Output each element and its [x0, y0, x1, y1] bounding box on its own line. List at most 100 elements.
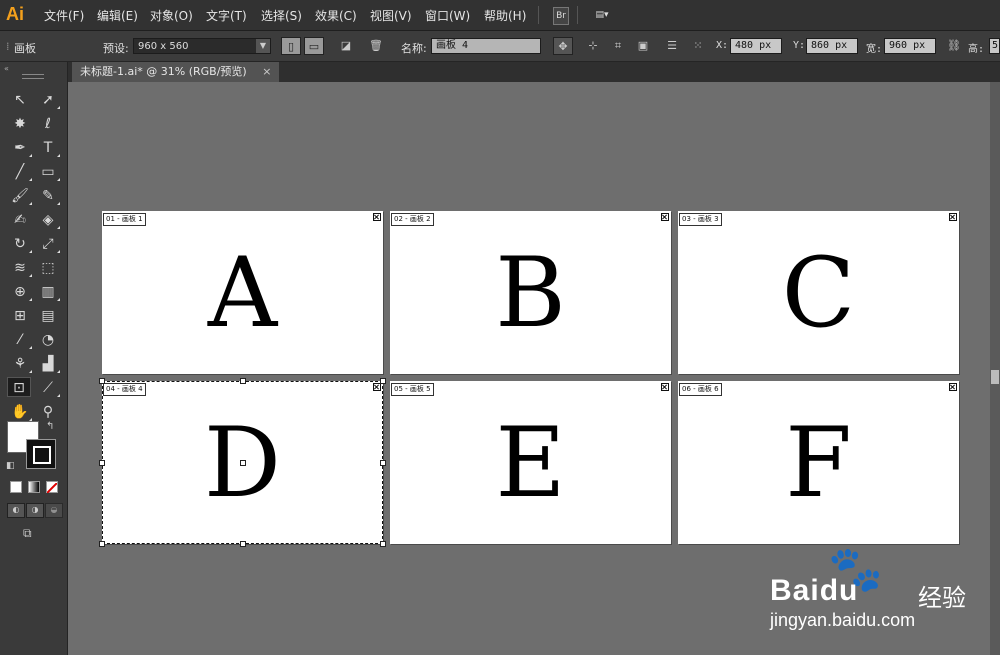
default-colors-icon[interactable]: ◧: [6, 461, 15, 471]
delete-artboard-icon[interactable]: [661, 213, 669, 221]
draw-normal-button[interactable]: ◐: [7, 503, 25, 518]
delete-artboard-icon[interactable]: [661, 383, 669, 391]
paintbrush-tool[interactable]: 🖌: [8, 186, 32, 206]
artboard-label[interactable]: 01 - 画板 1: [103, 213, 146, 226]
scale-tool[interactable]: ⤢: [36, 234, 60, 254]
new-artboard-button[interactable]: ◪: [336, 37, 356, 55]
none-mode-button[interactable]: [46, 481, 58, 494]
symbol-sprayer-tool[interactable]: ⚘: [8, 354, 32, 374]
resize-handle[interactable]: [380, 378, 386, 384]
menu-edit[interactable]: 编辑(E): [97, 7, 138, 24]
blob-brush-tool[interactable]: ✍: [8, 210, 32, 230]
blend-tool[interactable]: ◔: [36, 330, 60, 350]
artboard[interactable]: 05 - 画板 5 E: [390, 381, 671, 544]
artboard[interactable]: 06 - 画板 6 F: [678, 381, 959, 544]
direct-selection-tool[interactable]: ➚: [36, 90, 60, 110]
reference-point-button[interactable]: ⁙: [688, 37, 708, 55]
width-tool[interactable]: ≋: [8, 258, 32, 278]
line-tool[interactable]: ╱: [8, 162, 32, 182]
artboard-name-input[interactable]: 画板 4: [431, 38, 541, 54]
panel-grip[interactable]: [22, 74, 44, 79]
artboard-label[interactable]: 02 - 画板 2: [391, 213, 434, 226]
show-video-safe-button[interactable]: ▣: [633, 37, 653, 55]
artboard[interactable]: 02 - 画板 2 B: [390, 211, 671, 374]
rectangle-tool[interactable]: ▭: [36, 162, 60, 182]
height-input[interactable]: 5: [989, 38, 1000, 54]
shape-builder-tool[interactable]: ⊕: [8, 282, 32, 302]
scrollbar-thumb[interactable]: [991, 370, 999, 384]
bridge-button[interactable]: Br: [553, 7, 569, 25]
artboard[interactable]: 01 - 画板 1 A: [102, 211, 383, 374]
x-input[interactable]: 480 px: [730, 38, 782, 54]
artboard-label[interactable]: 03 - 画板 3: [679, 213, 722, 226]
show-cross-hairs-button[interactable]: ⌗: [608, 37, 628, 55]
delete-artboard-button[interactable]: 🗑: [366, 37, 386, 55]
zoom-tool[interactable]: ⚲: [36, 402, 60, 422]
selection-tool[interactable]: ↖: [8, 90, 32, 110]
collapse-panel-icon[interactable]: «: [4, 64, 9, 73]
resize-handle[interactable]: [239, 459, 246, 466]
hand-tool[interactable]: ✋: [8, 402, 32, 422]
landscape-button[interactable]: ▭: [304, 37, 324, 55]
magic-wand-tool[interactable]: ✸: [8, 114, 32, 134]
resize-handle[interactable]: [380, 541, 386, 547]
type-tool[interactable]: T: [36, 138, 60, 158]
artboard-options-button[interactable]: ☰: [662, 37, 682, 55]
pen-tool[interactable]: ✒: [8, 138, 32, 158]
resize-handle[interactable]: [239, 541, 246, 547]
eyedropper-tool[interactable]: ⁄: [8, 330, 32, 350]
arrange-documents-button[interactable]: ▤▾: [590, 7, 614, 23]
canvas[interactable]: 01 - 画板 1 A 02 - 画板 2 B 03 - 画板 3 C 04 - 画板 4D…: [68, 82, 990, 655]
free-transform-tool[interactable]: ⬚: [36, 258, 60, 278]
menu-object[interactable]: 对象(O): [150, 7, 193, 24]
artboard[interactable]: 03 - 画板 3 C: [678, 211, 959, 374]
gradient-tool[interactable]: ▤: [36, 306, 60, 326]
close-tab-icon[interactable]: ×: [262, 65, 271, 78]
slice-tool[interactable]: ⟋: [36, 378, 60, 398]
artboard-label[interactable]: 05 - 画板 5: [391, 383, 434, 396]
width-input[interactable]: 960 px: [884, 38, 936, 54]
eraser-tool[interactable]: ◈: [36, 210, 60, 230]
artboard[interactable]: 04 - 画板 4D: [99, 378, 386, 547]
artboard-tool[interactable]: ⊡: [7, 377, 31, 397]
resize-handle[interactable]: [99, 378, 105, 384]
artboard-label[interactable]: 06 - 画板 6: [679, 383, 722, 396]
delete-artboard-icon[interactable]: [373, 383, 381, 391]
menu-view[interactable]: 视图(V): [370, 7, 412, 24]
artboard-label[interactable]: 04 - 画板 4: [103, 383, 146, 396]
graph-tool[interactable]: ▟: [36, 354, 60, 374]
perspective-grid-tool[interactable]: ▥: [36, 282, 60, 302]
resize-handle[interactable]: [239, 378, 246, 384]
portrait-button[interactable]: ▯: [281, 37, 301, 55]
color-mode-button[interactable]: [10, 481, 22, 493]
mesh-tool[interactable]: ⊞: [8, 306, 32, 326]
pencil-tool[interactable]: ✎: [36, 186, 60, 206]
delete-artboard-icon[interactable]: [373, 213, 381, 221]
menu-file[interactable]: 文件(F): [44, 7, 84, 24]
menu-effect[interactable]: 效果(C): [315, 7, 357, 24]
resize-handle[interactable]: [99, 459, 105, 466]
menu-select[interactable]: 选择(S): [261, 7, 302, 24]
lasso-tool[interactable]: ℓ: [36, 114, 60, 134]
draw-inside-button[interactable]: ◒: [45, 503, 63, 518]
move-copy-artwork-button[interactable]: ✥: [553, 37, 573, 55]
vertical-scrollbar[interactable]: [990, 82, 1000, 655]
delete-artboard-icon[interactable]: [949, 213, 957, 221]
menu-help[interactable]: 帮助(H): [484, 7, 526, 24]
preset-select[interactable]: 960 x 560 ▼: [133, 38, 271, 54]
menu-type[interactable]: 文字(T): [206, 7, 247, 24]
rotate-tool[interactable]: ↻: [8, 234, 32, 254]
constrain-proportions-button[interactable]: ⛓: [944, 37, 964, 55]
menu-window[interactable]: 窗口(W): [425, 7, 470, 24]
resize-handle[interactable]: [99, 541, 105, 547]
gradient-mode-button[interactable]: [28, 481, 40, 493]
show-center-mark-button[interactable]: ⊹: [583, 37, 603, 55]
y-input[interactable]: 860 px: [806, 38, 858, 54]
swap-colors-icon[interactable]: ↰: [46, 421, 54, 432]
resize-handle[interactable]: [380, 459, 386, 466]
screen-mode-button[interactable]: ⧉: [23, 526, 43, 540]
document-tab[interactable]: 未标题-1.ai* @ 31% (RGB/预览) ×: [72, 62, 280, 82]
delete-artboard-icon[interactable]: [949, 383, 957, 391]
stroke-color-swatch[interactable]: [26, 439, 56, 469]
draw-behind-button[interactable]: ◑: [26, 503, 44, 518]
